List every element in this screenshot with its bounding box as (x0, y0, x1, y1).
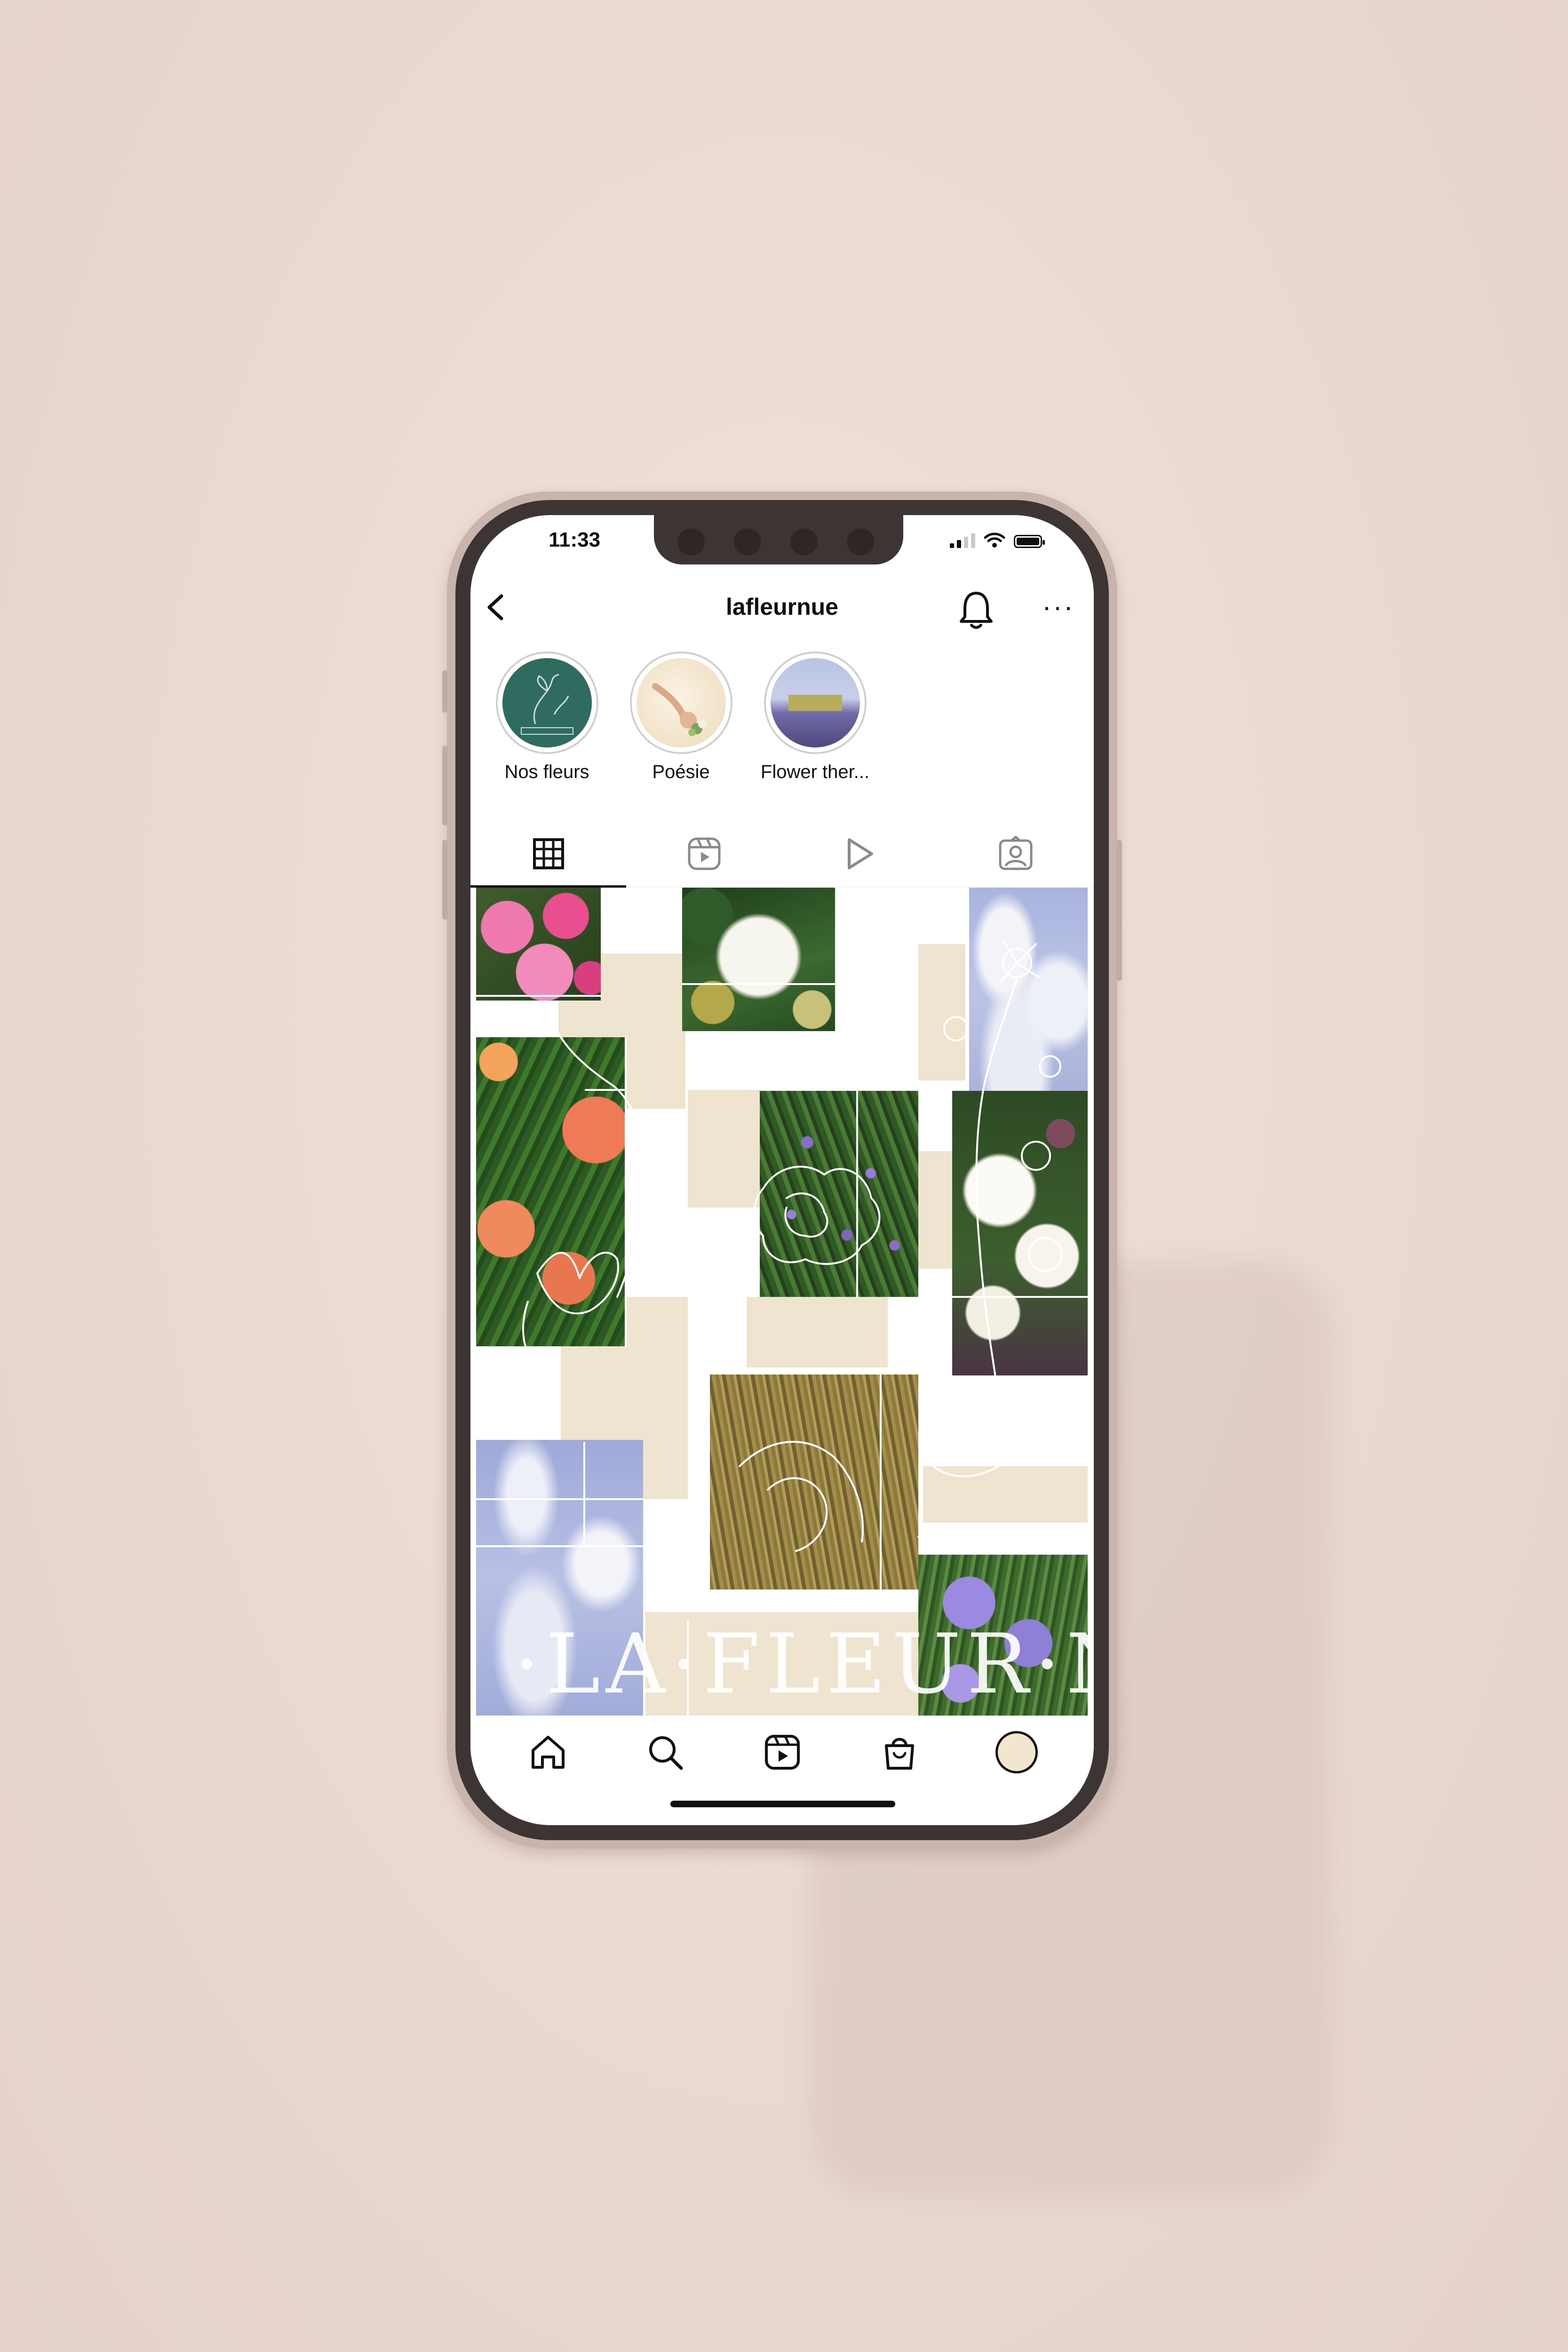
tagged-icon (999, 836, 1033, 870)
story-highlights: Nos fleurs Poésie Flower ther... (492, 652, 870, 783)
flower-line-drawing-icon (520, 674, 573, 735)
beige-tile (688, 1090, 761, 1208)
nav-search[interactable] (637, 1724, 693, 1780)
highlight-cover-flower-therapy (770, 658, 860, 747)
highlight-label: Poésie (652, 762, 710, 782)
tab-grid[interactable] (470, 821, 627, 888)
post-photo-sky-right[interactable] (969, 888, 1088, 1095)
brand-wordmark: ·LA·FLEUR·NUE· (514, 1617, 1088, 1712)
volume-up-button (442, 746, 448, 826)
tab-reels[interactable] (626, 821, 782, 887)
tab-videos[interactable] (782, 821, 938, 887)
hand-with-flower-icon (652, 683, 707, 736)
battery-icon (1014, 535, 1045, 548)
highlight-flower-therapy[interactable]: Flower ther... (760, 652, 870, 783)
post-photo-white-hydrangea[interactable] (682, 888, 835, 1031)
home-icon (531, 1736, 565, 1769)
shop-bag-icon (884, 1738, 914, 1770)
more-options-icon[interactable]: ··· (1042, 590, 1075, 623)
profile-username: lafleurnue (726, 594, 838, 620)
nav-reels[interactable] (754, 1724, 811, 1780)
highlight-label: Flower ther... (760, 762, 870, 782)
volume-down-button (442, 840, 448, 920)
highlight-poesie[interactable]: Poésie (626, 652, 736, 783)
phone-mockup: 11:33 lafleurnue ··· Nos fleurs Poésie F… (442, 492, 1122, 1849)
beige-tile (918, 944, 965, 1081)
beige-tile (747, 1297, 888, 1367)
beige-tile (918, 1151, 956, 1269)
highlight-label: Nos fleurs (504, 762, 589, 782)
profile-tabs (470, 821, 1094, 888)
post-grid-collage: ·LA·FLEUR·NUE· (476, 888, 1088, 1716)
grid-icon (533, 838, 564, 869)
post-photo-purple-wildflowers[interactable] (760, 1091, 918, 1297)
mute-switch (442, 670, 448, 713)
highlight-nos-fleurs[interactable]: Nos fleurs (492, 652, 602, 783)
nav-shop[interactable] (871, 1724, 928, 1780)
search-icon (649, 1736, 683, 1770)
signal-icon (950, 532, 975, 548)
highlight-ring (629, 652, 732, 754)
status-time: 11:33 (549, 528, 601, 551)
post-photo-white-roses[interactable] (952, 1091, 1088, 1375)
highlight-cover-poesie (636, 658, 726, 747)
beige-tile (923, 1466, 1088, 1523)
power-button (1116, 840, 1122, 981)
home-indicator[interactable] (670, 1801, 895, 1807)
post-photo-pink-roses[interactable] (476, 888, 601, 1001)
status-icons (950, 532, 1045, 548)
wifi-icon (984, 532, 1005, 548)
post-photo-daylilies[interactable] (476, 1037, 626, 1346)
profile-avatar (995, 1731, 1038, 1773)
profile-header: lafleurnue ··· (470, 586, 1094, 630)
reels-icon (764, 1735, 800, 1770)
phone-screen: 11:33 lafleurnue ··· Nos fleurs Poésie F… (470, 515, 1094, 1825)
nav-profile[interactable] (988, 1724, 1045, 1780)
reels-icon (688, 837, 721, 870)
highlight-ring (764, 652, 867, 754)
highlight-ring (495, 652, 598, 754)
play-icon (848, 838, 874, 869)
notch (654, 515, 903, 564)
nav-home[interactable] (520, 1724, 576, 1780)
bottom-navigation-bar (470, 1716, 1094, 1796)
tab-tagged[interactable] (938, 821, 1094, 887)
highlight-cover-nos-fleurs (502, 658, 592, 747)
post-photo-wheat-field[interactable] (710, 1375, 918, 1589)
notification-bell-icon[interactable] (957, 589, 995, 630)
